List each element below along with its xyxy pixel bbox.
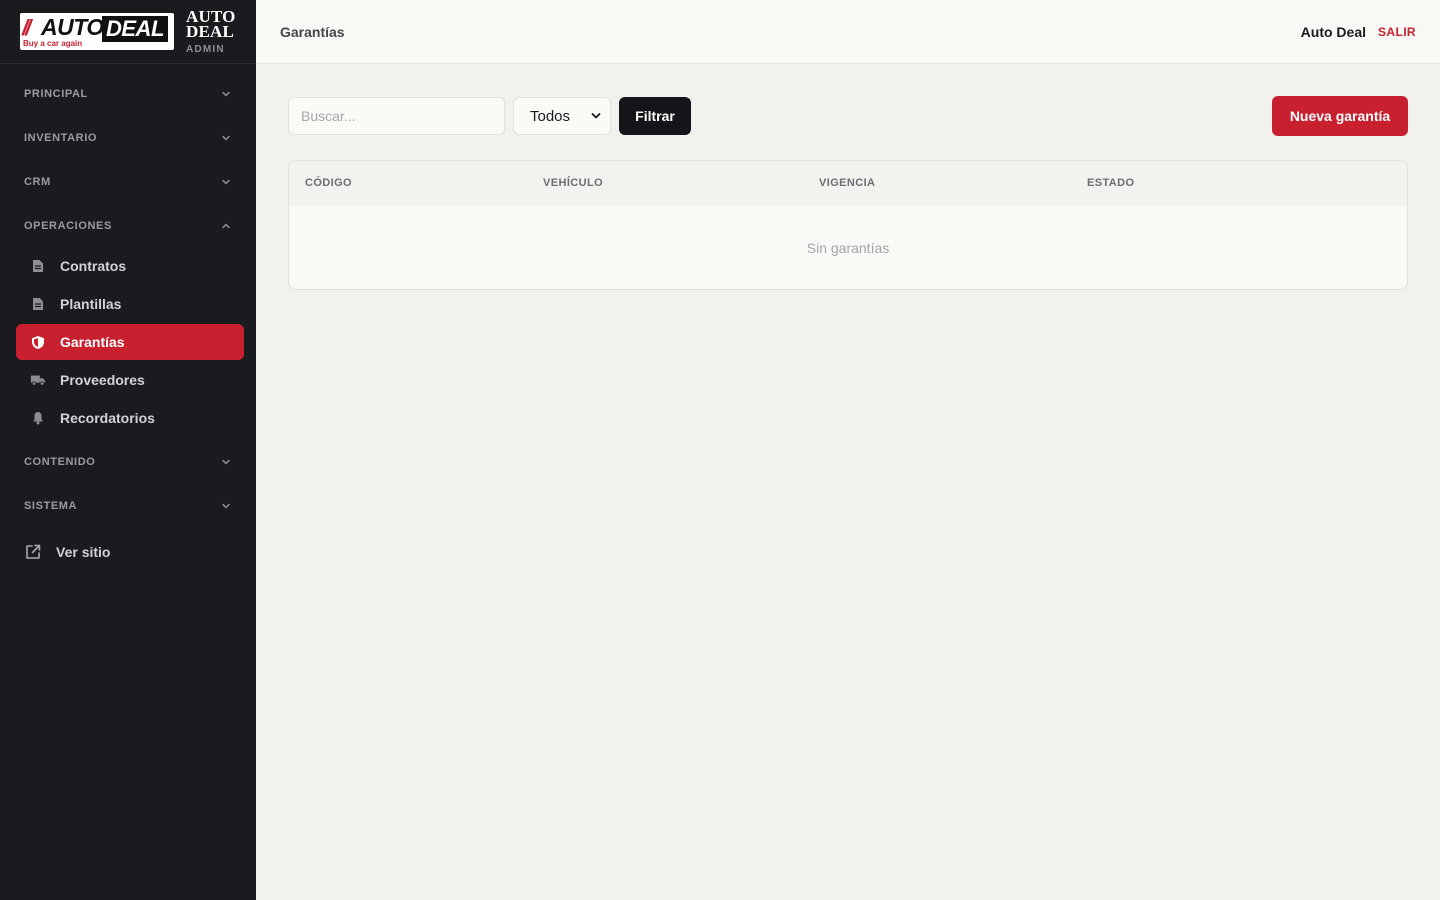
chevron-down-icon <box>591 113 601 119</box>
logo-deal-text: DEAL <box>102 16 168 42</box>
brand: // AUTO DEAL Buy a car again AUTO DEAL A… <box>0 0 256 64</box>
filter-button[interactable]: Filtrar <box>619 97 691 135</box>
search-input[interactable] <box>288 97 505 135</box>
sidebar-item-label: Proveedores <box>60 372 145 388</box>
chevron-down-icon <box>222 91 230 97</box>
chevron-down-icon <box>222 503 230 509</box>
sidebar: // AUTO DEAL Buy a car again AUTO DEAL A… <box>0 0 256 900</box>
nav-section-inventario[interactable]: INVENTARIO <box>0 116 256 160</box>
table-header: CÓDIGO VEHÍCULO VIGENCIA ESTADO <box>289 161 1407 206</box>
chevron-down-icon <box>222 135 230 141</box>
nav-section-label: CONTENIDO <box>24 456 96 468</box>
column-header-estado[interactable]: ESTADO <box>1087 161 1134 206</box>
nav-section-crm[interactable]: CRM <box>0 160 256 204</box>
column-header-codigo[interactable]: CÓDIGO <box>305 161 352 206</box>
nav-section-sistema[interactable]: SISTEMA <box>0 484 256 528</box>
new-warranty-button[interactable]: Nueva garantía <box>1272 96 1408 136</box>
chevron-up-icon <box>222 223 230 229</box>
logo-slash: // <box>22 15 31 40</box>
nav-section-label: PRINCIPAL <box>24 88 88 100</box>
sidebar-item-label: Recordatorios <box>60 410 155 426</box>
topbar: Garantías Auto Deal SALIR <box>256 0 1440 64</box>
ver-sitio-link[interactable]: Ver sitio <box>24 538 110 566</box>
nav-section-label: INVENTARIO <box>24 132 98 144</box>
sidebar-item-recordatorios[interactable]: Recordatorios <box>16 400 244 436</box>
column-header-vigencia[interactable]: VIGENCIA <box>819 161 875 206</box>
chevron-down-icon <box>222 459 230 465</box>
user-name: Auto Deal <box>1300 23 1366 40</box>
ver-sitio-label: Ver sitio <box>56 544 111 560</box>
nav-section-contenido[interactable]: CONTENIDO <box>0 440 256 484</box>
bell-icon <box>30 410 46 426</box>
nav-section-label: CRM <box>24 176 51 188</box>
sidebar-item-label: Garantías <box>60 334 125 350</box>
sidebar-item-proveedores[interactable]: Proveedores <box>16 362 244 398</box>
empty-state-message: Sin garantías <box>806 240 890 256</box>
brand-title: AUTO DEAL ADMIN <box>186 8 236 55</box>
chevron-down-icon <box>222 179 230 185</box>
status-select-value: Todos <box>530 107 571 125</box>
status-select[interactable]: Todos <box>513 97 611 135</box>
user-area: Auto Deal SALIR <box>1301 24 1416 40</box>
warranties-table: CÓDIGO VEHÍCULO VIGENCIA ESTADO Sin gara… <box>288 160 1408 290</box>
shield-icon <box>30 334 46 350</box>
brand-subtitle: ADMIN <box>186 43 225 55</box>
sidebar-item-label: Plantillas <box>60 296 122 312</box>
nav-section-operaciones[interactable]: OPERACIONES <box>0 204 256 248</box>
sidebar-item-label: Contratos <box>60 258 127 274</box>
sidebar-item-plantillas[interactable]: Plantillas <box>16 286 244 322</box>
logo-tagline: Buy a car again <box>23 39 83 48</box>
logo[interactable]: // AUTO DEAL Buy a car again <box>20 13 174 50</box>
logout-button[interactable]: SALIR <box>1378 25 1416 39</box>
file-icon <box>30 296 46 312</box>
logo-auto-text: AUTO <box>41 14 104 40</box>
page-title: Garantías <box>280 23 345 40</box>
nav-section-principal[interactable]: PRINCIPAL <box>0 72 256 116</box>
external-link-icon <box>26 544 41 559</box>
column-header-vehiculo[interactable]: VEHÍCULO <box>543 161 603 206</box>
brand-title-line2: DEAL <box>186 21 235 41</box>
sidebar-item-contratos[interactable]: Contratos <box>16 248 244 284</box>
nav-section-label: SISTEMA <box>24 500 78 512</box>
sidebar-item-garantias[interactable]: Garantías <box>16 324 244 360</box>
file-icon <box>30 258 46 274</box>
nav-section-label: OPERACIONES <box>24 220 112 232</box>
truck-icon <box>30 372 46 388</box>
